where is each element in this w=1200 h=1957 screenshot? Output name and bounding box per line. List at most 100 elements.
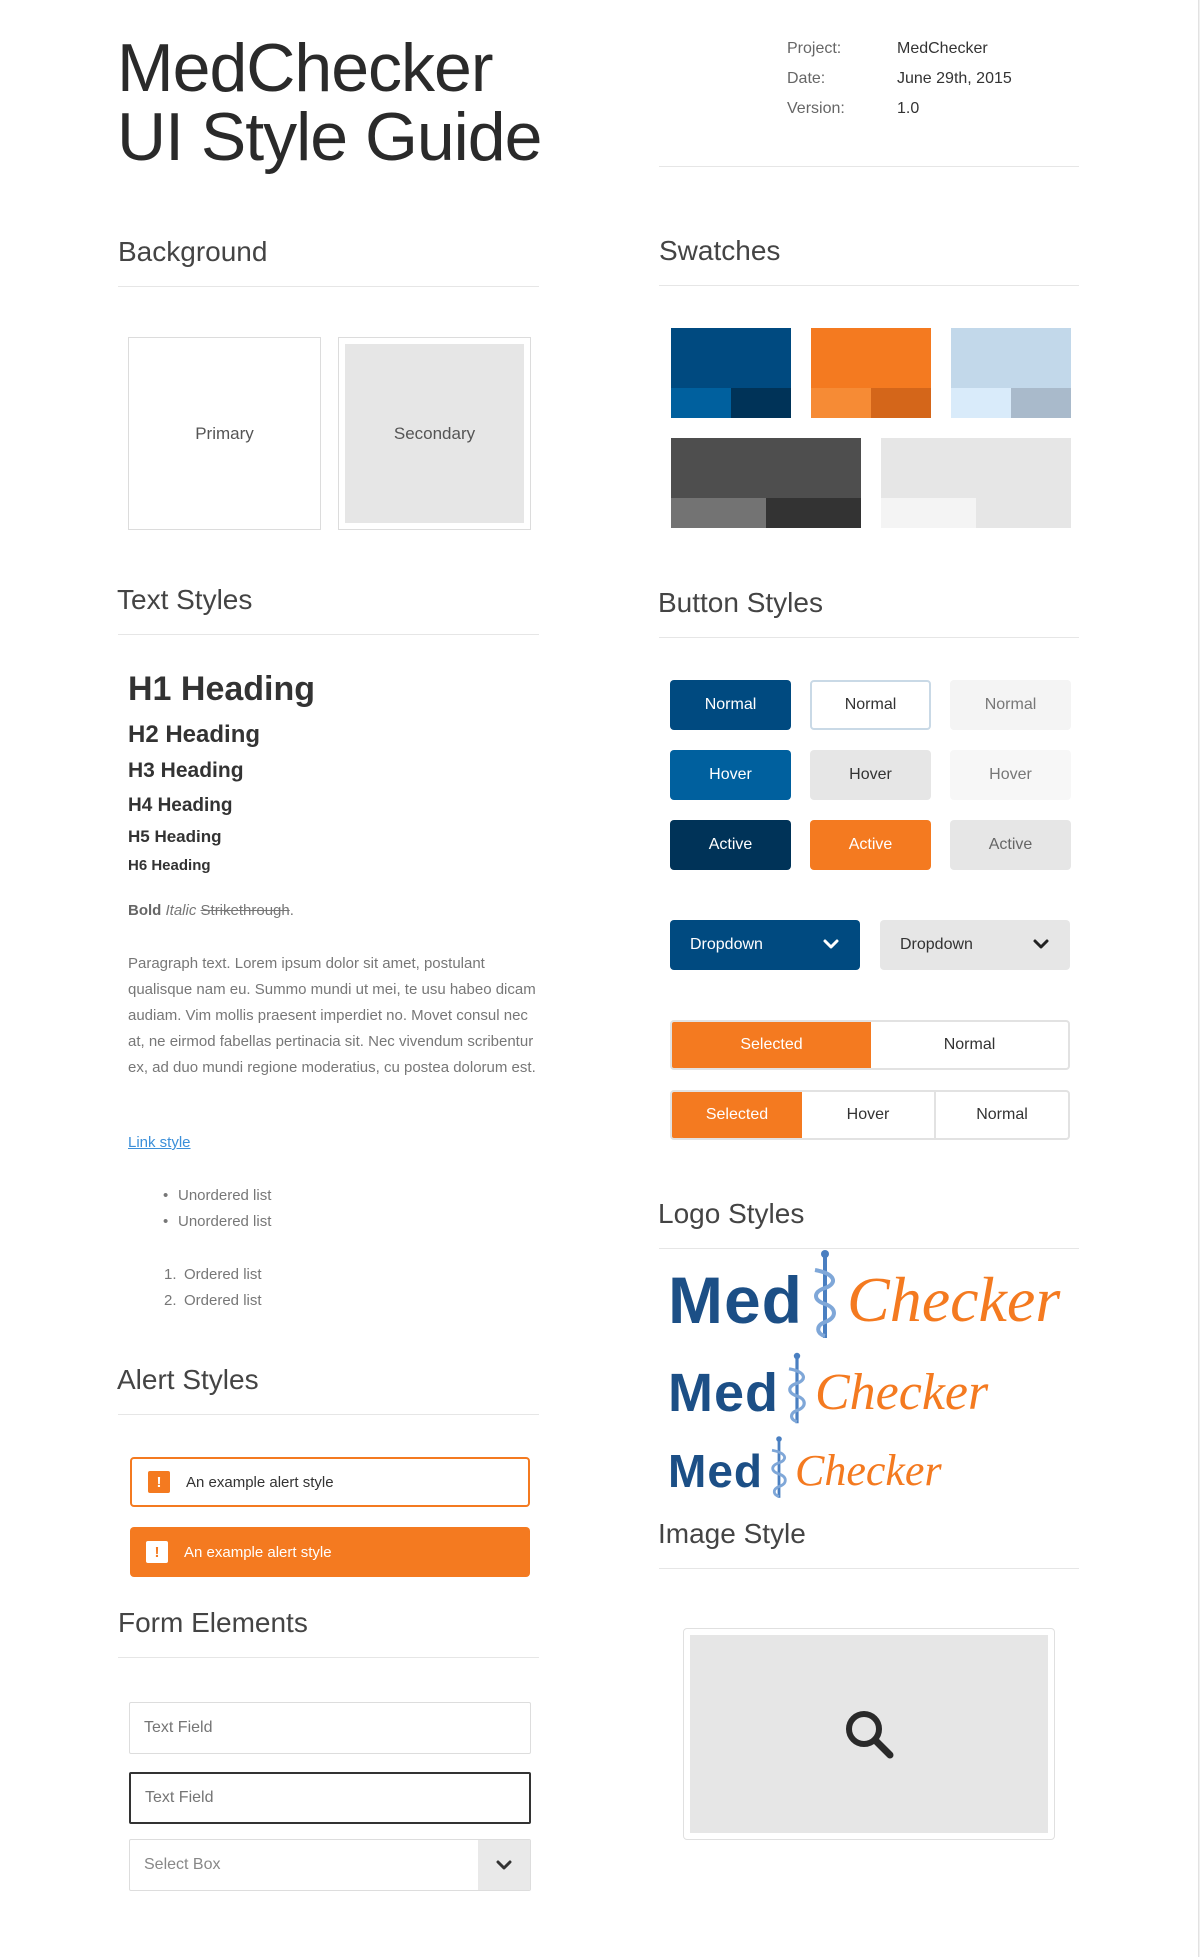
h1-sample: H1 Heading (128, 670, 316, 708)
meta-project-value: MedChecker (897, 40, 988, 57)
alert-filled-text: An example alert style (184, 1543, 332, 1561)
segment-normal[interactable]: Normal (934, 1092, 1068, 1138)
section-divider (118, 1414, 539, 1415)
italic-sample: Italic (165, 902, 197, 919)
select-box[interactable]: Select Box (129, 1839, 531, 1891)
chevron-down-icon (823, 939, 839, 949)
chevron-down-icon (496, 1860, 512, 1870)
logo-small-checker: Checker (795, 1446, 942, 1495)
section-title-alert-styles: Alert Styles (117, 1364, 259, 1395)
unordered-list-item-1: Unordered list (178, 1187, 272, 1204)
meta-date-value: June 29th, 2015 (897, 70, 1012, 87)
section-divider (118, 286, 539, 287)
segment-normal[interactable]: Normal (871, 1022, 1068, 1068)
dropdown-primary-label: Dropdown (690, 936, 763, 953)
swatch-lightgray-light (881, 498, 976, 528)
section-title-text-styles: Text Styles (117, 584, 253, 615)
text-field-focused[interactable] (129, 1772, 531, 1824)
alert-icon: ! (148, 1471, 170, 1493)
swatch-blue-light (671, 388, 731, 418)
dropdown-primary[interactable]: Dropdown (670, 920, 860, 970)
alert-icon: ! (146, 1541, 168, 1563)
select-box-arrow[interactable] (478, 1840, 530, 1890)
swatch-blue-dark (731, 388, 791, 418)
section-title-swatches: Swatches (659, 235, 781, 266)
image-placeholder[interactable] (683, 1628, 1055, 1840)
segmented-control-three: Selected Hover Normal (670, 1090, 1070, 1140)
section-title-background: Background (118, 236, 268, 267)
tertiary-button-hover[interactable]: Hover (950, 750, 1071, 800)
select-box-label: Select Box (144, 1856, 221, 1873)
swatch-blue-main (671, 328, 791, 388)
ordered-list-item-1: Ordered list (184, 1266, 262, 1283)
text-field-default[interactable] (129, 1702, 531, 1754)
secondary-button-active[interactable]: Active (810, 820, 931, 870)
caduceus-icon (814, 1250, 836, 1338)
swatch-darkgray-main (671, 438, 861, 498)
logo-medium: Med Checker (668, 1350, 988, 1426)
page-title-line1: MedChecker (117, 30, 494, 106)
primary-button-hover[interactable]: Hover (670, 750, 791, 800)
primary-button-active[interactable]: Active (670, 820, 791, 870)
logo-small: Med Checker (668, 1432, 942, 1500)
logo-large-med: Med (668, 1263, 803, 1337)
inline-period: . (289, 902, 294, 919)
swatch-orange-light (811, 388, 871, 418)
logo-medium-med: Med (668, 1363, 779, 1423)
header-divider (659, 166, 1079, 167)
section-divider (118, 1657, 539, 1658)
background-primary-sample: Primary (128, 337, 321, 530)
section-divider (659, 285, 1079, 286)
swatch-lightgray-dark (976, 498, 1071, 528)
swatch-darkgray-light (671, 498, 766, 528)
unordered-bullet-2: • (163, 1213, 169, 1230)
logo-large: Med Checker (668, 1250, 1060, 1340)
background-secondary-label: Secondary (393, 423, 476, 443)
segment-selected[interactable]: Selected (672, 1022, 871, 1068)
swatch-lightblue-light (951, 388, 1011, 418)
background-secondary-sample: Secondary (338, 337, 531, 530)
secondary-button-normal[interactable]: Normal (810, 680, 931, 730)
section-divider (659, 1248, 1079, 1249)
caduceus-icon (771, 1436, 787, 1498)
swatch-orange-main (811, 328, 931, 388)
link-style-sample[interactable]: Link style (128, 1134, 191, 1151)
ordered-list-item-2: Ordered list (184, 1292, 262, 1309)
logo-medium-checker: Checker (815, 1364, 989, 1421)
chevron-down-icon (1033, 939, 1049, 949)
alert-outline: ! An example alert style (130, 1457, 530, 1507)
meta-project-label: Project: (787, 40, 842, 57)
unordered-bullet-1: • (163, 1187, 169, 1204)
segment-selected[interactable]: Selected (672, 1092, 802, 1138)
ordered-number-2: 2. (164, 1292, 177, 1309)
logo-small-med: Med (668, 1445, 763, 1497)
segmented-control-two: Selected Normal (670, 1020, 1070, 1070)
h5-sample: H5 Heading (128, 827, 222, 846)
tertiary-button-normal[interactable]: Normal (950, 680, 1071, 730)
h3-sample: H3 Heading (128, 759, 244, 782)
secondary-button-hover[interactable]: Hover (810, 750, 931, 800)
swatch-lightblue-main (951, 328, 1071, 388)
tertiary-button-active[interactable]: Active (950, 820, 1071, 870)
background-primary-label: Primary (195, 423, 254, 443)
segment-hover[interactable]: Hover (802, 1092, 934, 1138)
dropdown-secondary[interactable]: Dropdown (880, 920, 1070, 970)
search-icon (846, 1711, 894, 1759)
ordered-number-1: 1. (164, 1266, 177, 1283)
dropdown-secondary-label: Dropdown (900, 936, 973, 953)
swatch-orange-dark (871, 388, 931, 418)
primary-button-normal[interactable]: Normal (670, 680, 791, 730)
alert-outline-text: An example alert style (186, 1473, 334, 1491)
bold-sample: Bold (128, 902, 162, 919)
meta-date-label: Date: (787, 70, 826, 87)
page-title-line2: UI Style Guide (117, 99, 542, 175)
h6-sample: H6 Heading (128, 857, 211, 874)
swatch-darkgray-dark (766, 498, 861, 528)
logo-large-checker: Checker (847, 1264, 1061, 1335)
section-title-form-elements: Form Elements (118, 1607, 308, 1638)
alert-filled: ! An example alert style (130, 1527, 530, 1577)
section-title-image-style: Image Style (658, 1518, 806, 1549)
unordered-list-item-2: Unordered list (178, 1213, 272, 1230)
meta-version-value: 1.0 (897, 100, 920, 117)
section-divider (118, 634, 539, 635)
